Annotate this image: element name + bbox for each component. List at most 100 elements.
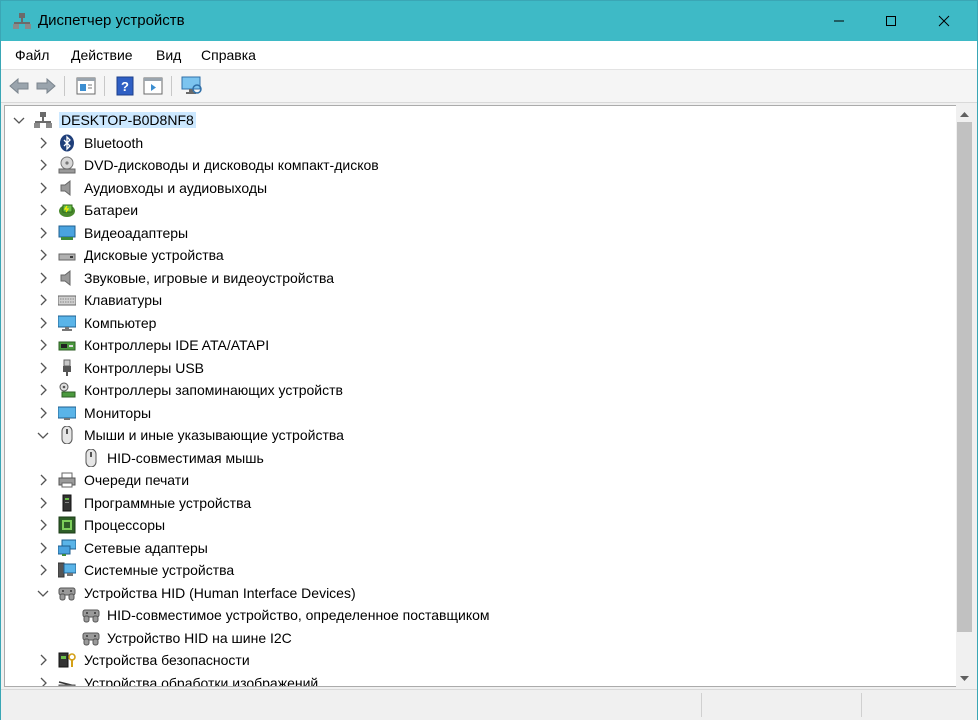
tree-item-hid[interactable]: Устройства HID (Human Interface Devices) <box>5 582 956 604</box>
tree-item-processors[interactable]: Процессоры <box>5 514 956 536</box>
tree-item-hid-mouse[interactable]: HID-совместимая мышь <box>5 447 956 469</box>
device-manager-window: Диспетчер устройств Файл Действие Вид Сп… <box>0 0 978 720</box>
chevron-right-icon[interactable] <box>35 247 51 263</box>
tree-item-imaging-devices[interactable]: Устройства обработки изображений <box>5 672 956 687</box>
close-icon <box>938 15 950 27</box>
scan-hardware-button[interactable] <box>181 75 203 97</box>
tree-item-disk-drives[interactable]: Дисковые устройства <box>5 244 956 266</box>
toolbar-separator <box>104 76 105 96</box>
properties-button[interactable] <box>75 75 97 97</box>
device-tree[interactable]: DESKTOP-B0D8NF8 Bluetooth DVD-дисководы … <box>4 105 957 687</box>
tree-item-label: Мониторы <box>84 405 152 421</box>
tree-item-usb[interactable]: Контроллеры USB <box>5 357 956 379</box>
tree-item-label: HID-совместимая мышь <box>107 450 264 466</box>
chevron-down-icon[interactable] <box>35 427 51 443</box>
chevron-right-icon[interactable] <box>35 270 51 286</box>
disk-drive-icon <box>58 253 76 261</box>
tree-item-storage-controllers[interactable]: Контроллеры запоминающих устройств <box>5 379 956 401</box>
chevron-right-icon[interactable] <box>35 292 51 308</box>
tree-item-label: Видеоадаптеры <box>84 225 189 241</box>
mouse-icon <box>61 426 73 444</box>
tree-item-network-adapters[interactable]: Сетевые адаптеры <box>5 537 956 559</box>
tree-item-label: Звуковые, игровые и видеоустройства <box>84 270 335 286</box>
chevron-right-icon[interactable] <box>35 225 51 241</box>
chevron-right-icon[interactable] <box>35 180 51 196</box>
processor-icon <box>58 516 76 534</box>
chevron-right-icon[interactable] <box>35 675 51 687</box>
scroll-up-button[interactable] <box>956 105 973 122</box>
computer-icon <box>58 315 76 331</box>
hid-icon <box>82 609 100 623</box>
tree-item-bluetooth[interactable]: Bluetooth <box>5 132 956 154</box>
chevron-right-icon[interactable] <box>35 135 51 151</box>
tree-item-software-devices[interactable]: Программные устройства <box>5 492 956 514</box>
menu-view[interactable]: Вид <box>156 47 181 63</box>
forward-button[interactable] <box>35 75 57 97</box>
tree-item-label: Устройства HID (Human Interface Devices) <box>84 585 356 601</box>
tree-item-system-devices[interactable]: Системные устройства <box>5 559 956 581</box>
tree-item-audio-io[interactable]: Аудиовходы и аудиовыходы <box>5 177 956 199</box>
tree-item-keyboards[interactable]: Клавиатуры <box>5 289 956 311</box>
chevron-right-icon[interactable] <box>35 495 51 511</box>
chevron-right-icon[interactable] <box>35 540 51 556</box>
tree-item-ide[interactable]: Контроллеры IDE ATA/ATAPI <box>5 334 956 356</box>
tree-item-batteries[interactable]: Батареи <box>5 199 956 221</box>
menu-file[interactable]: Файл <box>15 47 49 63</box>
scroll-down-button[interactable] <box>956 670 973 687</box>
tree-item-video-adapters[interactable]: Видеоадаптеры <box>5 222 956 244</box>
tree-item-mice[interactable]: Мыши и иные указывающие устройства <box>5 424 956 446</box>
tree-item-label: Системные устройства <box>84 562 235 578</box>
bluetooth-icon <box>60 134 74 152</box>
tree-item-label: Контроллеры IDE ATA/ATAPI <box>84 337 270 353</box>
tree-item-label: Контроллеры USB <box>84 360 204 376</box>
chevron-right-icon[interactable] <box>35 472 51 488</box>
chevron-right-icon[interactable] <box>35 562 51 578</box>
minimize-icon <box>834 20 844 22</box>
network-adapter-icon <box>58 539 76 556</box>
update-driver-icon <box>143 77 163 95</box>
menu-help[interactable]: Справка <box>201 47 256 63</box>
chevron-right-icon[interactable] <box>35 157 51 173</box>
chevron-right-icon[interactable] <box>35 337 51 353</box>
chevron-right-icon[interactable] <box>35 405 51 421</box>
scrollbar-thumb[interactable] <box>957 122 972 632</box>
tree-item-dvd[interactable]: DVD-дисководы и дисководы компакт-дисков <box>5 154 956 176</box>
help-button[interactable]: ? <box>114 75 136 97</box>
sound-icon <box>60 269 71 287</box>
tree-item-label: Дисковые устройства <box>84 247 224 263</box>
minimize-button[interactable] <box>816 1 862 41</box>
chevron-right-icon[interactable] <box>35 652 51 668</box>
tree-item-hid-vendor-device[interactable]: HID-совместимое устройство, определенное… <box>5 604 956 626</box>
status-bar <box>1 689 977 720</box>
printer-icon <box>58 472 76 488</box>
chevron-right-icon[interactable] <box>35 382 51 398</box>
back-button[interactable] <box>8 75 30 97</box>
title-bar[interactable]: Диспетчер устройств <box>1 1 977 41</box>
tree-root[interactable]: DESKTOP-B0D8NF8 <box>5 109 956 131</box>
chevron-down-icon[interactable] <box>35 585 51 601</box>
chevron-down-icon[interactable] <box>11 112 27 128</box>
tree-item-label: Программные устройства <box>84 495 252 511</box>
vertical-scrollbar[interactable] <box>956 105 973 687</box>
chevron-right-icon[interactable] <box>35 315 51 331</box>
tree-item-label: Мыши и иные указывающие устройства <box>84 427 344 443</box>
chevron-right-icon[interactable] <box>35 517 51 533</box>
tree-item-label: Устройство HID на шине I2C <box>107 630 292 646</box>
menu-action[interactable]: Действие <box>71 47 133 63</box>
chevron-right-icon[interactable] <box>35 360 51 376</box>
close-button[interactable] <box>921 1 967 41</box>
tree-item-hid-i2c[interactable]: Устройство HID на шине I2C <box>5 627 956 649</box>
tree-item-print-queues[interactable]: Очереди печати <box>5 469 956 491</box>
maximize-button[interactable] <box>868 1 914 41</box>
tree-item-sound[interactable]: Звуковые, игровые и видеоустройства <box>5 267 956 289</box>
back-arrow-icon <box>9 78 29 94</box>
tree-item-security-devices[interactable]: Устройства безопасности <box>5 649 956 671</box>
ide-controller-icon <box>58 341 76 351</box>
tree-item-computer[interactable]: Компьютер <box>5 312 956 334</box>
hid-icon <box>82 632 100 646</box>
tree-item-label: Устройства безопасности <box>84 652 250 668</box>
tree-item-monitors[interactable]: Мониторы <box>5 402 956 424</box>
update-driver-button[interactable] <box>142 75 164 97</box>
device-manager-app-icon <box>13 13 31 29</box>
chevron-right-icon[interactable] <box>35 202 51 218</box>
